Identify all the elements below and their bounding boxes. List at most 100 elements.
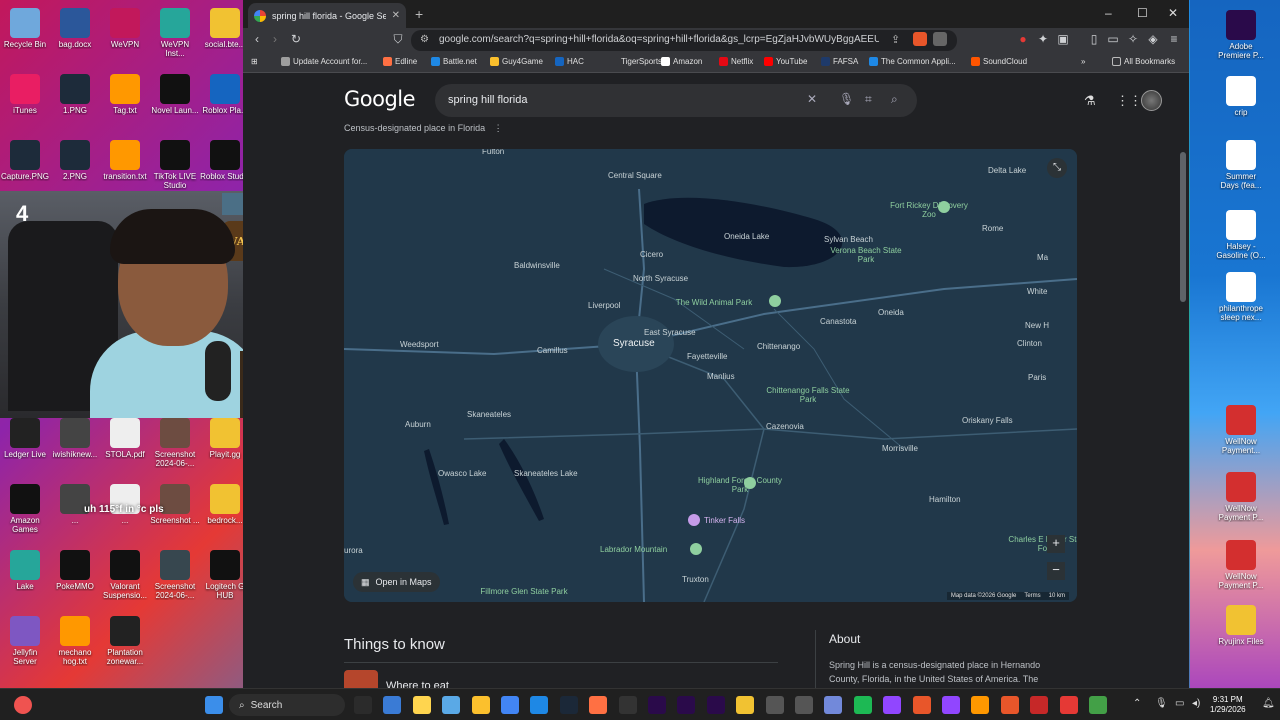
- map-place-label[interactable]: urora: [344, 546, 363, 555]
- new-tab-icon[interactable]: +: [415, 6, 423, 22]
- taskbar-app-icon[interactable]: [471, 696, 490, 714]
- desktop-icon[interactable]: STOLA.pdf: [100, 418, 150, 459]
- all-bookmarks[interactable]: All Bookmarks: [1112, 57, 1175, 66]
- search-icon[interactable]: ⌕: [891, 92, 898, 107]
- taskbar-app-icon[interactable]: [412, 696, 431, 714]
- desktop-icon[interactable]: WeVPN: [100, 8, 150, 49]
- map-place-label[interactable]: Morrisville: [882, 444, 918, 453]
- brave-rewards-icon[interactable]: [933, 32, 947, 46]
- map-place-label[interactable]: Charles E Baker State Fores: [1004, 535, 1077, 553]
- bookmark-item[interactable]: TigerSports: [609, 57, 662, 66]
- desktop-icon[interactable]: TikTok LIVE Studio: [150, 140, 200, 190]
- tray-overflow-icon[interactable]: ⌃: [1133, 698, 1141, 709]
- desktop-icon[interactable]: Screenshot 2024-06-...: [150, 418, 200, 468]
- desktop-icon[interactable]: iTunes: [0, 74, 50, 115]
- map-place-label[interactable]: Chittenango: [757, 342, 800, 351]
- map-place-label[interactable]: Camillus: [537, 346, 568, 355]
- bookmark-item[interactable]: FAFSA: [821, 57, 858, 66]
- lens-icon[interactable]: ⌗: [865, 92, 872, 107]
- bookmark-icon[interactable]: ⛉: [390, 32, 406, 47]
- taskbar-app-icon[interactable]: [530, 696, 549, 714]
- desktop-icon[interactable]: iwishiknew...: [50, 418, 100, 459]
- map-place-label[interactable]: East Syracuse: [644, 328, 696, 337]
- desktop-icon[interactable]: Jellyfin Server: [0, 616, 50, 666]
- desktop-icon[interactable]: Lake: [0, 550, 50, 591]
- where-to-eat-item[interactable]: Where to eat: [386, 680, 449, 688]
- taskbar-app-icon[interactable]: [589, 696, 608, 714]
- taskbar-app-icon[interactable]: [971, 696, 990, 714]
- map-place-label[interactable]: Tinker Falls: [704, 516, 745, 525]
- system-clock[interactable]: 9:31 PM 1/29/2026: [1210, 695, 1246, 715]
- page-scrollbar[interactable]: [1180, 152, 1186, 302]
- bookmark-item[interactable]: The Common Appli...: [869, 57, 956, 66]
- map-place-label[interactable]: Verona Beach State Park: [822, 246, 910, 264]
- map-place-label[interactable]: The Wild Animal Park: [670, 298, 758, 307]
- desktop-icon[interactable]: Halsey - Gasoline (O...: [1216, 210, 1266, 260]
- map-place-label[interactable]: Delta Lake: [988, 166, 1026, 175]
- map-place-label[interactable]: Oneida Lake: [724, 232, 769, 241]
- desktop-icon[interactable]: WeVPN Inst...: [150, 8, 200, 58]
- bookmark-item[interactable]: Amazon: [661, 57, 702, 66]
- taskbar-app-icon[interactable]: [706, 696, 725, 714]
- vpn-icon[interactable]: ◈: [1145, 32, 1161, 46]
- taskbar-app-icon[interactable]: [1030, 696, 1049, 714]
- map-place-label[interactable]: Syracuse: [613, 338, 655, 349]
- map-place-label[interactable]: Baldwinsville: [514, 261, 560, 270]
- wallet-icon[interactable]: ▭: [1105, 32, 1121, 46]
- desktop-icon[interactable]: Capture.PNG: [0, 140, 50, 181]
- mic-tray-icon[interactable]: 🎙︎: [1155, 698, 1168, 709]
- map-place-label[interactable]: Sylvan Beach: [824, 235, 873, 244]
- desktop-icon[interactable]: Amazon Games: [0, 484, 50, 534]
- desktop-icon[interactable]: Plantation zonewar...: [100, 616, 150, 666]
- taskbar-app-icon[interactable]: [1000, 696, 1019, 714]
- forward-icon[interactable]: ›: [267, 32, 283, 46]
- menu-icon[interactable]: ≡: [1166, 32, 1182, 46]
- volume-icon[interactable]: ◂): [1192, 698, 1200, 709]
- map-place-label[interactable]: Truxton: [682, 575, 709, 584]
- desktop-icon[interactable]: Novel Laun...: [150, 74, 200, 115]
- search-box[interactable]: spring hill florida ✕ 🎙︎ ⌗ ⌕: [435, 84, 917, 117]
- desktop-icon[interactable]: mechano hog.txt: [50, 616, 100, 666]
- clear-icon[interactable]: ✕: [807, 92, 817, 106]
- map-place-label[interactable]: Central Square: [608, 171, 662, 180]
- taskbar-app-icon[interactable]: [383, 696, 402, 714]
- bookmark-item[interactable]: Battle.net: [431, 57, 477, 66]
- extensions-icon[interactable]: ✦: [1035, 32, 1051, 46]
- map-place-label[interactable]: Owasco Lake: [438, 469, 486, 478]
- close-tab-icon[interactable]: ✕: [392, 10, 400, 21]
- taskbar-app-icon[interactable]: [677, 696, 696, 714]
- record-icon[interactable]: ●: [1015, 32, 1031, 46]
- taskbar-app-icon[interactable]: [795, 696, 813, 714]
- desktop-icon[interactable]: Summer Days (fea...: [1216, 140, 1266, 190]
- map-place-label[interactable]: Weedsport: [400, 340, 439, 349]
- map-place-label[interactable]: Highland Forest County Park: [696, 476, 784, 494]
- start-icon[interactable]: [205, 696, 223, 714]
- desktop-icon[interactable]: PokeMMO: [50, 550, 100, 591]
- taskbar-app-icon[interactable]: [824, 696, 843, 714]
- taskbar-app-icon[interactable]: [559, 696, 578, 714]
- desktop-icon[interactable]: philanthrope sleep nex...: [1216, 272, 1266, 322]
- apps-icon[interactable]: ⊞: [251, 57, 258, 66]
- map-place-label[interactable]: Chittenango Falls State Park: [764, 386, 852, 404]
- desktop-icon[interactable]: WellNow Payment P...: [1216, 540, 1266, 590]
- bookmark-item[interactable]: Netflix: [719, 57, 753, 66]
- map-place-label[interactable]: Auburn: [405, 420, 431, 429]
- bookmark-item[interactable]: YouTube: [764, 57, 807, 66]
- taskbar-app-icon[interactable]: [853, 696, 872, 714]
- map-place-label[interactable]: Liverpool: [588, 301, 620, 310]
- desktop-icon[interactable]: Ryujinx Files: [1216, 605, 1266, 646]
- map-place-label[interactable]: New H: [1025, 321, 1049, 330]
- taskbar-app-icon[interactable]: [618, 696, 637, 714]
- taskbar-app-icon[interactable]: [765, 696, 784, 714]
- desktop-icon[interactable]: crip: [1216, 76, 1266, 117]
- leo-ai-icon[interactable]: ✧: [1125, 32, 1141, 46]
- taskbar-app-icon[interactable]: [942, 696, 960, 714]
- share-icon[interactable]: ⇪: [891, 33, 900, 46]
- map-place-label[interactable]: Fulton: [482, 149, 504, 156]
- widgets-icon[interactable]: [14, 696, 32, 714]
- reload-icon[interactable]: ↻: [288, 32, 304, 46]
- desktop-icon[interactable]: 2.PNG: [50, 140, 100, 181]
- bookmark-item[interactable]: Edline: [383, 57, 417, 66]
- bookmark-item[interactable]: SoundCloud: [971, 57, 1027, 66]
- network-icon[interactable]: ▭: [1175, 698, 1184, 709]
